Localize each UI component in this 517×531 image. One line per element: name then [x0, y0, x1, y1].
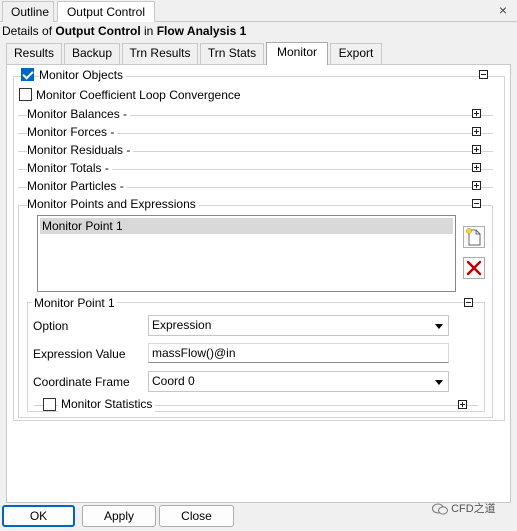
tab-output-control[interactable]: Output Control: [57, 1, 155, 22]
tab-outline[interactable]: Outline: [2, 1, 54, 22]
collapse-icon[interactable]: [472, 199, 481, 208]
details-prefix: Details of: [2, 24, 56, 38]
close-icon[interactable]: ×: [495, 1, 511, 19]
section-monitor-totals[interactable]: Monitor Totals -: [27, 160, 112, 176]
coordinate-frame-select[interactable]: Coord 0: [148, 371, 449, 392]
expand-icon[interactable]: [472, 163, 481, 172]
expand-icon[interactable]: [472, 109, 481, 118]
close-button[interactable]: Close: [159, 505, 234, 527]
chevron-down-icon: [435, 324, 443, 329]
option-select[interactable]: Expression: [148, 315, 449, 336]
ok-button[interactable]: OK: [2, 505, 75, 527]
tab-trn-results[interactable]: Trn Results: [122, 43, 198, 64]
wechat-icon: [432, 503, 448, 515]
monitor-statistics-label: Monitor Statistics: [58, 396, 156, 412]
expression-value-label: Expression Value: [33, 347, 126, 361]
coeff-loop-checkbox[interactable]: [19, 88, 32, 101]
coordinate-frame-label: Coordinate Frame: [33, 375, 130, 389]
tab-monitor[interactable]: Monitor: [266, 42, 328, 65]
watermark-text: CFD之道: [451, 503, 496, 515]
monitor-objects-label: Monitor Objects: [39, 67, 127, 83]
details-context: Flow Analysis 1: [156, 24, 247, 38]
list-item[interactable]: Monitor Point 1: [40, 218, 453, 234]
tab-export[interactable]: Export: [330, 43, 382, 64]
point-detail-title: Monitor Point 1: [32, 295, 117, 311]
details-header: Details of Output Control in Flow Analys…: [2, 23, 246, 39]
section-monitor-points[interactable]: Monitor Points and Expressions: [27, 196, 199, 212]
sub-tab-bar: Results Backup Trn Results Trn Stats Mon…: [6, 42, 511, 65]
coeff-loop-label: Monitor Coefficient Loop Convergence: [36, 88, 241, 102]
section-monitor-forces[interactable]: Monitor Forces -: [27, 124, 118, 140]
option-label: Option: [33, 319, 69, 333]
coordinate-frame-value: Coord 0: [152, 374, 195, 388]
section-monitor-particles[interactable]: Monitor Particles -: [27, 178, 127, 194]
details-middle: in: [140, 24, 157, 38]
section-monitor-residuals[interactable]: Monitor Residuals -: [27, 142, 134, 158]
delete-item-button[interactable]: [463, 257, 485, 279]
expand-icon[interactable]: [458, 400, 467, 409]
tab-backup[interactable]: Backup: [64, 43, 120, 64]
collapse-icon[interactable]: [464, 298, 473, 307]
collapse-icon[interactable]: [479, 70, 488, 79]
details-object: Output Control: [55, 24, 141, 38]
apply-button[interactable]: Apply: [82, 505, 156, 527]
expression-value-field[interactable]: massFlow()@in: [148, 343, 449, 363]
top-tab-bar: Outline Output Control ×: [0, 0, 517, 22]
monitor-objects-checkbox[interactable]: [21, 68, 34, 81]
tab-results[interactable]: Results: [6, 43, 62, 64]
monitor-points-list[interactable]: Monitor Point 1: [37, 215, 456, 292]
watermark: CFD之道: [432, 500, 496, 518]
new-item-button[interactable]: [463, 226, 485, 248]
monitor-statistics-checkbox[interactable]: [43, 398, 56, 411]
expand-icon[interactable]: [472, 181, 481, 190]
tab-trn-stats[interactable]: Trn Stats: [200, 43, 264, 64]
new-document-icon: [466, 228, 481, 246]
section-monitor-balances[interactable]: Monitor Balances -: [27, 106, 131, 122]
expand-icon[interactable]: [472, 127, 481, 136]
option-value: Expression: [152, 318, 212, 332]
chevron-down-icon: [435, 380, 443, 385]
delete-icon: [466, 260, 482, 276]
expand-icon[interactable]: [472, 145, 481, 154]
